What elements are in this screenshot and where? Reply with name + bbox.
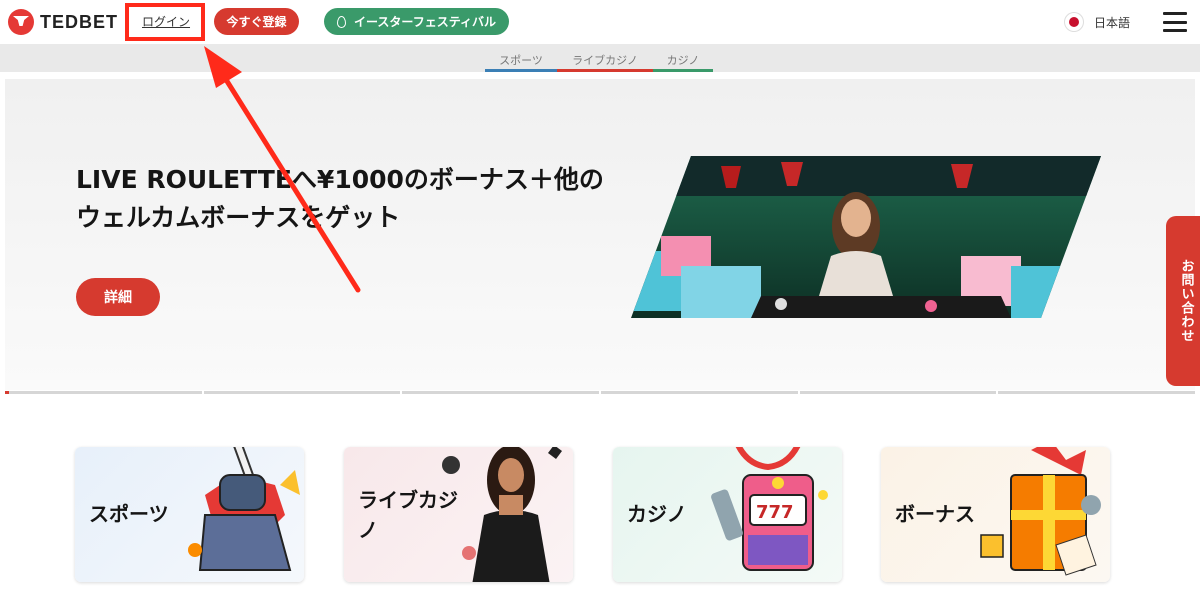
category-card-casino[interactable]: カジノ 777 [613, 447, 842, 582]
hero-title: LIVE ROULETTEへ¥1000のボーナス＋他の ウェルカムボーナスをゲッ… [76, 161, 636, 237]
tab-sports[interactable]: スポーツ [485, 52, 557, 72]
tab-casino[interactable]: カジノ [653, 52, 713, 72]
slot-machine-icon: 777 [711, 447, 828, 571]
hero-title-line2: ウェルカムボーナスをゲット [76, 203, 401, 232]
live-dealer-icon [442, 447, 562, 582]
baseball-player-icon [188, 447, 300, 571]
tab-live-casino-label: ライブカジノ [572, 54, 638, 67]
contact-label: お問い合わせ [1178, 259, 1194, 343]
card-label-casino: カジノ [627, 502, 687, 526]
sub-navigation: スポーツ ライブカジノ カジノ [0, 44, 1200, 72]
svg-text:777: 777 [756, 502, 794, 523]
logo-text: TEDBET [40, 11, 118, 32]
egg-icon [337, 15, 347, 28]
bull-logo-icon [8, 9, 34, 35]
login-link[interactable]: ログイン [142, 13, 190, 30]
tab-sports-label: スポーツ [499, 54, 543, 67]
language-selector[interactable]: 日本語 [1064, 12, 1130, 32]
category-card-sports[interactable]: スポーツ [75, 447, 304, 582]
japan-flag-icon [1064, 12, 1084, 32]
tab-sports-underline [485, 69, 557, 72]
tab-casino-label: カジノ [666, 54, 700, 67]
category-card-bonus[interactable]: ボーナス [881, 447, 1110, 582]
tab-casino-underline [653, 69, 713, 72]
card-label-sports: スポーツ [89, 502, 169, 526]
hero-title-line1: LIVE ROULETTEへ¥1000のボーナス＋他の [76, 165, 604, 194]
easter-festival-button[interactable]: イースターフェスティバル [324, 8, 509, 35]
live-roulette-dealer-image[interactable] [631, 156, 1101, 318]
tab-live-casino-underline [557, 69, 653, 72]
hero-carousel-progress[interactable] [5, 391, 1196, 395]
category-card-live-casino[interactable]: ライブカジ ノ [344, 447, 573, 582]
language-label: 日本語 [1094, 15, 1131, 30]
gift-box-icon [980, 447, 1101, 576]
hero-banner: LIVE ROULETTEへ¥1000のボーナス＋他の ウェルカムボーナスをゲッ… [5, 79, 1195, 390]
easter-festival-label: イースターフェスティバル [354, 15, 496, 29]
register-button[interactable]: 今すぐ登録 [214, 8, 299, 35]
detail-button[interactable]: 詳細 [76, 278, 160, 316]
card-label-bonus: ボーナス [895, 502, 975, 526]
hamburger-menu-icon[interactable] [1163, 12, 1187, 32]
logo[interactable]: TEDBET [8, 9, 118, 35]
contact-button[interactable]: お問い合わせ [1166, 216, 1200, 386]
tab-live-casino[interactable]: ライブカジノ [557, 52, 653, 72]
site-header: TEDBET ログイン 今すぐ登録 イースターフェスティバル 日本語 [0, 0, 1200, 44]
